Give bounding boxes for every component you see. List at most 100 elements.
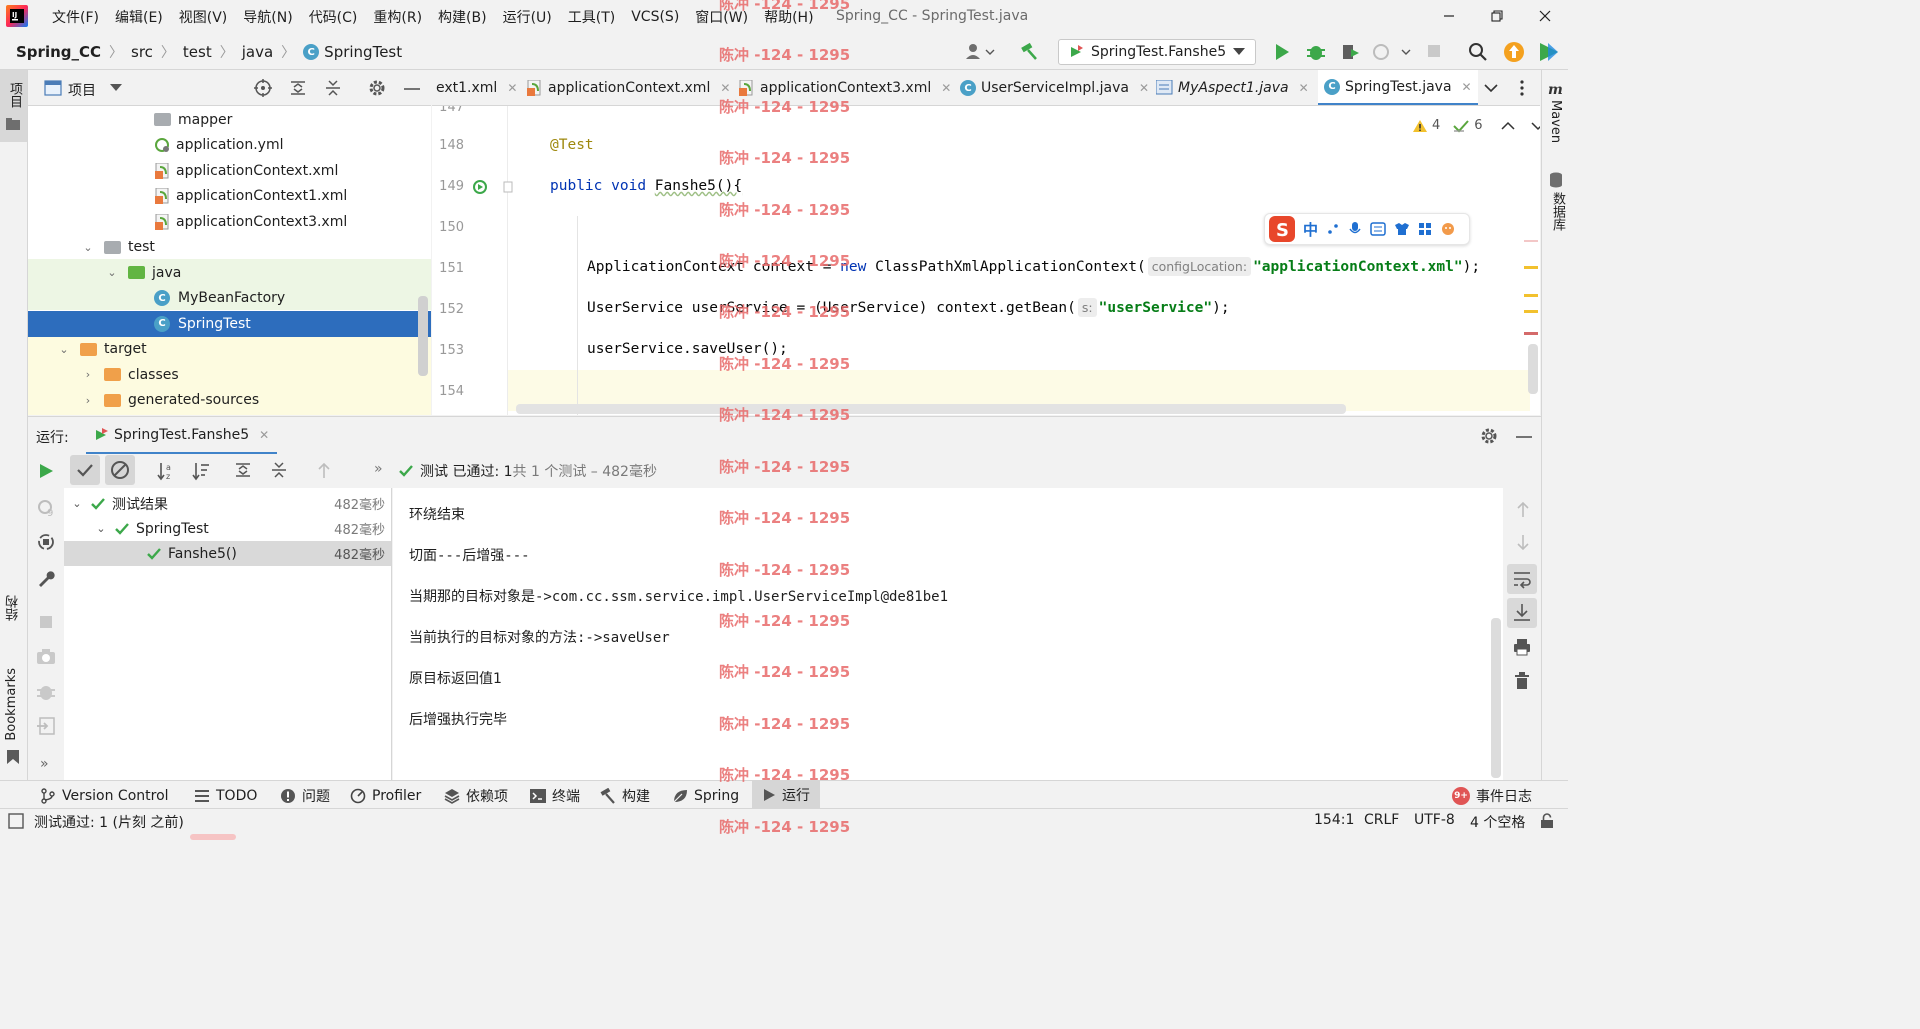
- close-window-button[interactable]: [1530, 4, 1560, 28]
- close-icon[interactable]: ✕: [1462, 80, 1472, 94]
- arrow-up-icon[interactable]: [316, 461, 332, 479]
- chevron-down-icon[interactable]: ⌄: [88, 522, 114, 535]
- rerun-failed-icon[interactable]: 9: [36, 498, 56, 518]
- chevron-right-icon[interactable]: ›: [80, 368, 96, 381]
- tree-item[interactable]: › generated-sources: [28, 388, 431, 414]
- chevron-down-icon[interactable]: ⌄: [80, 241, 96, 254]
- print-icon[interactable]: [1513, 638, 1531, 656]
- menu-vcs[interactable]: VCS(S): [623, 9, 687, 25]
- breadcrumb-src[interactable]: src: [131, 43, 153, 61]
- sort-duration-icon[interactable]: [191, 461, 211, 481]
- tool-run-active[interactable]: 运行: [752, 781, 820, 808]
- tool-build[interactable]: 构建: [600, 785, 650, 806]
- console-output[interactable]: 环绕结束 切面---后增强--- 当期那的目标对象是->com.cc.ssm.s…: [393, 488, 1503, 780]
- user-icon[interactable]: [964, 42, 998, 62]
- stop-icon[interactable]: [1426, 43, 1442, 59]
- warning-stripe-mark[interactable]: [1524, 310, 1538, 313]
- file-encoding[interactable]: UTF-8: [1414, 812, 1455, 828]
- tool-dependencies[interactable]: 依赖项: [444, 785, 508, 806]
- tool-profiler[interactable]: Profiler: [350, 785, 421, 806]
- chevron-down-icon[interactable]: [1484, 83, 1498, 93]
- project-panel-title[interactable]: 项目: [68, 80, 96, 100]
- tree-item-selected[interactable]: C SpringTest: [28, 311, 431, 337]
- trash-icon[interactable]: [1514, 672, 1530, 690]
- bookmarks-tool-button[interactable]: Bookmarks: [4, 668, 19, 741]
- tree-item[interactable]: ⌄ target: [28, 337, 431, 363]
- soft-wrap-toggle[interactable]: [1507, 564, 1537, 594]
- tree-item[interactable]: applicationContext3.xml: [28, 209, 431, 235]
- console-scrollbar[interactable]: [1491, 618, 1501, 778]
- debug-icon[interactable]: [1306, 42, 1326, 62]
- chevron-down-icon[interactable]: [110, 84, 122, 92]
- status-toggle-icon[interactable]: [8, 813, 24, 829]
- run-test-gutter-icon[interactable]: [472, 179, 488, 195]
- tree-item[interactable]: › classes: [28, 362, 431, 388]
- chevron-down-icon[interactable]: ⌄: [104, 266, 120, 279]
- event-log-button[interactable]: 9+ 事件日志: [1452, 785, 1532, 806]
- tree-item[interactable]: mapper: [28, 107, 431, 133]
- more-options-icon[interactable]: [1520, 80, 1524, 96]
- menu-navigate[interactable]: 导航(N): [235, 7, 300, 27]
- update-icon[interactable]: [1503, 41, 1525, 63]
- fold-icon[interactable]: [503, 181, 513, 193]
- profiler-run-icon[interactable]: [1372, 42, 1412, 62]
- run-configuration-select[interactable]: SpringTest.Fanshe5: [1058, 39, 1256, 65]
- test-tree-row-selected[interactable]: Fanshe5() 482毫秒: [64, 541, 391, 566]
- hide-panel-icon[interactable]: [404, 87, 420, 91]
- tree-item[interactable]: ⌄ test: [28, 235, 431, 261]
- menu-run[interactable]: 运行(U): [495, 7, 560, 27]
- tab-myaspect1-java[interactable]: MyAspect1.java ✕: [1156, 70, 1309, 105]
- breadcrumb-project[interactable]: Spring_CC: [16, 43, 101, 61]
- structure-tool-button[interactable]: 结构: [4, 595, 23, 621]
- breadcrumb-test[interactable]: test: [183, 43, 212, 61]
- close-icon[interactable]: ✕: [507, 81, 517, 95]
- tool-version-control[interactable]: Version Control: [40, 785, 169, 806]
- collapse-all-icon[interactable]: [324, 79, 342, 97]
- menu-help[interactable]: 帮助(H): [756, 7, 821, 27]
- indent-setting[interactable]: 4 个空格: [1470, 812, 1525, 832]
- inspection-widget[interactable]: 4 6: [1412, 118, 1540, 133]
- rerun-icon[interactable]: [38, 462, 54, 480]
- chevron-right-icon[interactable]: ›: [80, 394, 96, 407]
- maven-tool-button[interactable]: Maven: [1548, 100, 1563, 143]
- chevron-down-icon[interactable]: ⌄: [56, 343, 72, 356]
- warning-stripe-mark[interactable]: [1524, 294, 1538, 297]
- run-icon[interactable]: [1273, 42, 1291, 62]
- caret-position[interactable]: 154:1: [1314, 812, 1354, 828]
- test-tree-row[interactable]: ⌄ SpringTest 482毫秒: [88, 516, 391, 541]
- menu-build[interactable]: 构建(B): [430, 7, 495, 27]
- menu-window[interactable]: 窗口(W): [687, 7, 756, 27]
- menu-code[interactable]: 代码(C): [301, 7, 366, 27]
- tree-item[interactable]: ⌄ java: [28, 260, 431, 286]
- menu-tools[interactable]: 工具(T): [560, 7, 623, 27]
- sort-alpha-icon[interactable]: az: [156, 461, 176, 481]
- tool-terminal[interactable]: 终端: [530, 785, 580, 806]
- jetbrains-toolbox-icon[interactable]: [1538, 41, 1560, 63]
- tab-userserviceimpl-java[interactable]: C UserServiceImpl.java ✕: [960, 70, 1149, 105]
- breadcrumb-class[interactable]: SpringTest: [324, 43, 402, 61]
- chevron-down-icon[interactable]: ⌄: [64, 497, 90, 510]
- database-tool-button[interactable]: 数据库: [1548, 192, 1567, 231]
- menu-refactor[interactable]: 重构(R): [365, 7, 430, 27]
- debug-icon[interactable]: [36, 682, 56, 702]
- gear-icon[interactable]: [1480, 427, 1498, 445]
- menu-edit[interactable]: 编辑(E): [107, 7, 171, 27]
- test-tree-row[interactable]: ⌄ 测试结果 482毫秒: [64, 491, 391, 516]
- expand-all-icon[interactable]: [289, 79, 307, 97]
- hide-panel-icon[interactable]: [1516, 435, 1532, 439]
- tree-scrollbar[interactable]: [418, 296, 428, 376]
- tree-item[interactable]: C MyBeanFactory: [28, 286, 431, 312]
- line-separator[interactable]: CRLF: [1364, 812, 1399, 828]
- arrow-up-icon[interactable]: [1515, 500, 1531, 518]
- lock-icon[interactable]: [1540, 813, 1554, 829]
- show-ignored-toggle[interactable]: [105, 455, 135, 485]
- more-actions-icon[interactable]: »: [374, 461, 383, 477]
- toggle-auto-test-icon[interactable]: [36, 532, 56, 552]
- coverage-icon[interactable]: [1340, 42, 1362, 62]
- error-stripe-mark[interactable]: [1524, 332, 1538, 335]
- wrench-icon[interactable]: [36, 568, 56, 588]
- run-tab[interactable]: SpringTest.Fanshe5 ✕: [86, 417, 278, 455]
- close-icon[interactable]: ✕: [720, 81, 730, 95]
- stop-icon[interactable]: [38, 614, 54, 630]
- editor-horizontal-scrollbar[interactable]: [516, 404, 1346, 414]
